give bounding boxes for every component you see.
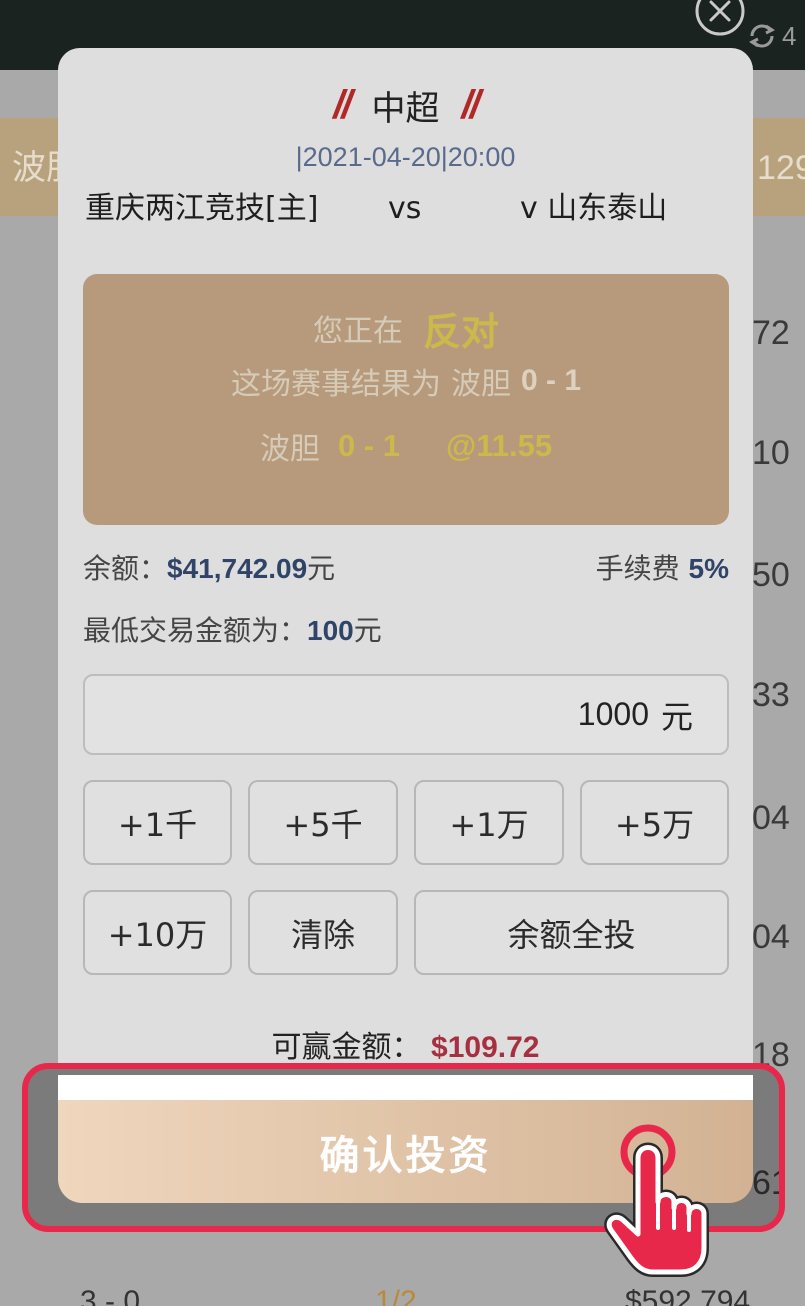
league-title-row: // 中超 // [58,80,753,130]
min-trade-value: 100 [307,615,354,646]
result-line: 这场赛事结果为 波胆 0 - 1 [83,360,729,402]
stance-line: 您正在 反对 [83,304,729,354]
result-text: 这场赛事结果为 [230,367,441,402]
row-amount: $592,794 [625,1285,751,1306]
bet-score: 0 - 1 [337,428,400,463]
amount-input-unit: 元 [660,697,693,736]
row-value: 50 [752,556,790,594]
row-score: 3 - 0 [80,1285,141,1306]
bet-line: 波胆 0 - 1 @11.55 [83,424,729,468]
confirm-label: 确认投资 [319,1132,492,1179]
add-1k-button[interactable]: +1千 [83,780,232,865]
min-trade-label: 最低交易金额为： [83,614,308,647]
bet-odds: @11.55 [445,428,553,463]
match-datetime: |2021-04-20|20:00 [295,142,516,172]
amount-input[interactable]: 1000 元 [83,674,729,755]
row-value: 33 [752,676,790,714]
stance-prefix: 您正在 [312,314,403,349]
balance-line: 余额：$41,742.09元 [83,550,335,588]
modal-bottom-strip [58,1075,753,1100]
row-value: 72 [752,314,790,352]
bottom-list-row: 3 - 0 1/2 $592,794 [0,1282,805,1306]
right-slash-decoration: // [461,82,481,127]
balance-unit: 元 [307,552,336,585]
league-name: 中超 [371,88,440,129]
refresh-count: 4 [782,21,797,51]
add-10k-button[interactable]: +1万 [414,780,564,865]
row-value: 04 [752,918,790,956]
winnings-label: 可赢金额： [271,1030,422,1065]
result-score: 0 - 1 [520,364,582,397]
result-type: 波胆 [450,367,511,402]
min-trade-unit: 元 [353,614,382,647]
add-100k-button[interactable]: +10万 [83,890,232,975]
market-tab-value: 129 [757,149,805,187]
winnings-line: 可赢金额： $109.72 [58,1028,753,1068]
add-5k-button[interactable]: +5千 [248,780,398,865]
row-value: 04 [752,799,790,837]
home-team: 重庆两江竞技[主] [85,191,319,226]
fee-value: 5% [688,553,729,584]
row-value: 61 [752,1164,779,1202]
close-icon[interactable] [693,0,747,38]
away-team: v 山东泰山 [520,191,668,226]
clear-button[interactable]: 清除 [248,890,398,975]
winnings-value: $109.72 [431,1031,540,1064]
balance-label: 余额： [83,552,168,585]
min-trade-line: 最低交易金额为：100元 [83,612,382,650]
left-slash-decoration: // [333,82,352,127]
add-50k-button[interactable]: +5万 [580,780,729,865]
fee-line: 手续费 5% [560,550,729,588]
balance-value: $41,742.09 [167,553,308,584]
refresh-icon[interactable] [746,20,778,52]
bet-type: 波胆 [259,432,320,467]
stance-value: 反对 [422,309,499,354]
all-in-button[interactable]: 余额全投 [414,890,729,975]
row-value: 10 [752,434,790,472]
hand-pointer-icon [603,1118,715,1278]
amount-input-value: 1000 [577,696,649,732]
fee-label: 手续费 [595,552,680,585]
vs-label: vs [388,191,422,226]
row-handicap: 1/2 [375,1285,417,1306]
